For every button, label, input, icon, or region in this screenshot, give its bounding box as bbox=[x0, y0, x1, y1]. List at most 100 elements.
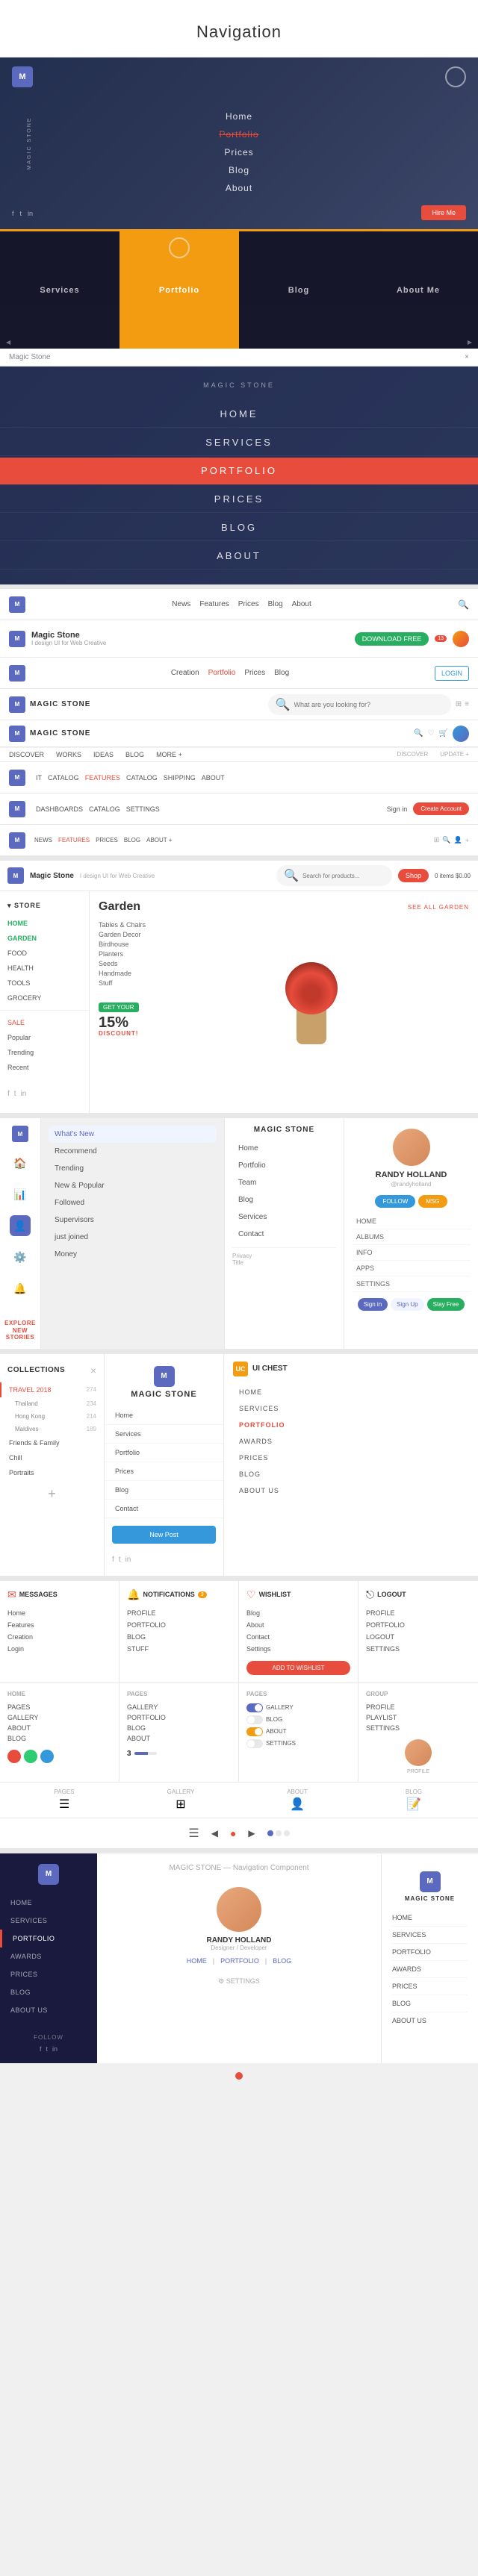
navrow6-catalog2[interactable]: CATALOG bbox=[126, 774, 158, 782]
navrow1-news[interactable]: News bbox=[172, 600, 190, 608]
demo3-about[interactable]: ABOUT bbox=[0, 543, 478, 570]
navrow2-download-btn[interactable]: DOWNLOAD FREE bbox=[355, 632, 429, 646]
profile-login-btn[interactable]: Sign Up bbox=[391, 1298, 423, 1311]
demo1-nav-prices[interactable]: Prices bbox=[224, 147, 253, 158]
demo1-social-tw[interactable]: t bbox=[20, 210, 22, 217]
navrow3-blog[interactable]: Blog bbox=[274, 669, 289, 677]
ms-menu-blog[interactable]: Blog bbox=[105, 1481, 223, 1500]
demo2-services[interactable]: Services bbox=[0, 231, 120, 349]
step-item-4[interactable]: ABOUT bbox=[127, 1733, 231, 1744]
navrow6-it[interactable]: IT bbox=[36, 774, 42, 782]
collections-sub-thailand[interactable]: Thailand 234 bbox=[0, 1397, 104, 1410]
ms-icon-in[interactable]: in bbox=[125, 1556, 131, 1564]
uc-prices[interactable]: PRICES bbox=[233, 1450, 469, 1466]
navrow5-blog[interactable]: BLOG bbox=[125, 751, 144, 758]
final-link-home[interactable]: HOME bbox=[187, 1957, 207, 1965]
pages-item-1[interactable]: PAGES bbox=[7, 1702, 111, 1712]
wishlist-item-about[interactable]: About bbox=[246, 1619, 350, 1631]
store-item-recent[interactable]: Recent bbox=[0, 1060, 89, 1075]
ms-icon-f[interactable]: f bbox=[112, 1556, 114, 1564]
profile-msg-btn[interactable]: MSG bbox=[418, 1195, 447, 1208]
group-item-2[interactable]: PLAYLIST bbox=[366, 1712, 471, 1723]
collections-item-family[interactable]: Friends & Family bbox=[0, 1435, 104, 1450]
right-nav-services[interactable]: SERVICES bbox=[392, 1927, 468, 1944]
profile-free-btn[interactable]: Stay Free bbox=[427, 1298, 465, 1311]
group-item-3[interactable]: SETTINGS bbox=[366, 1723, 471, 1733]
left-nav-tw[interactable]: t bbox=[46, 2045, 48, 2053]
collections-sub-maldives[interactable]: Maldives 189 bbox=[0, 1423, 104, 1435]
left-nav-prices[interactable]: PRICES bbox=[0, 1965, 97, 1983]
store-cat-1[interactable]: Tables & Chairs bbox=[99, 921, 146, 929]
navrow5-more[interactable]: MORE + bbox=[156, 751, 182, 758]
navrow7-signin[interactable]: Sign in bbox=[387, 805, 408, 813]
store-cat-3[interactable]: Birdhouse bbox=[99, 941, 146, 948]
navrow4-icon1[interactable]: ⊞ bbox=[456, 700, 462, 708]
collections-item-travel[interactable]: TRAVEL 2018 274 bbox=[0, 1382, 104, 1397]
pagination-active-dot[interactable] bbox=[235, 2072, 243, 2080]
ms-nav-services[interactable]: Services bbox=[232, 1209, 336, 1226]
navrow7-create-btn[interactable]: Create Account bbox=[413, 802, 469, 815]
logout-item-settings[interactable]: SETTINGS bbox=[366, 1643, 471, 1655]
app-nav-popular[interactable]: New & Popular bbox=[49, 1177, 217, 1194]
group-item-1[interactable]: PROFILE bbox=[366, 1702, 471, 1712]
navrow4-search-input[interactable] bbox=[294, 701, 444, 708]
notif-item-profile[interactable]: PROFILE bbox=[127, 1607, 231, 1619]
demo1-nav-portfolio[interactable]: Portfolio bbox=[219, 129, 258, 140]
navrow8-icon2[interactable]: 🔍 bbox=[442, 836, 450, 844]
ms-nav-home[interactable]: Home bbox=[232, 1140, 336, 1157]
left-nav-portfolio[interactable]: PORTFOLIO bbox=[0, 1930, 97, 1947]
logout-item-portfolio[interactable]: PORTFOLIO bbox=[366, 1619, 471, 1631]
notif-item-portfolio[interactable]: PORTFOLIO bbox=[127, 1619, 231, 1631]
left-nav-fb[interactable]: f bbox=[40, 2045, 42, 2053]
ms-new-post-btn[interactable]: New Post bbox=[112, 1526, 216, 1544]
navrow3-login-btn[interactable]: LOGIN bbox=[435, 666, 469, 681]
navrow7-settings[interactable]: SETTINGS bbox=[126, 805, 160, 813]
navrow1-blog[interactable]: Blog bbox=[268, 600, 283, 608]
app-nav-whats-new[interactable]: What's New bbox=[49, 1126, 217, 1143]
demo3-services[interactable]: SERVICES bbox=[0, 429, 478, 456]
navrow8-icon1[interactable]: ⊞ bbox=[434, 836, 440, 844]
demo2-blog[interactable]: Blog bbox=[239, 231, 358, 349]
pages-item-2[interactable]: GALLERY bbox=[7, 1712, 111, 1723]
store-cat-5[interactable]: Seeds bbox=[99, 960, 146, 967]
profile-menu-albums[interactable]: ALBUMS bbox=[352, 1229, 471, 1245]
logout-item-profile[interactable]: PROFILE bbox=[366, 1607, 471, 1619]
store-cat-6[interactable]: Handmade bbox=[99, 970, 146, 977]
navrow5-ideas[interactable]: IDEAS bbox=[93, 751, 114, 758]
ctrl-about-icon[interactable]: 👤 bbox=[290, 1797, 305, 1812]
msg-item-login[interactable]: Login bbox=[7, 1643, 111, 1655]
ctrl-blog-icon[interactable]: 📝 bbox=[406, 1797, 421, 1812]
uc-portfolio[interactable]: PORTFOLIO bbox=[233, 1417, 469, 1433]
nav-ctrl-prev[interactable]: ◀ bbox=[211, 1828, 218, 1839]
left-nav-services[interactable]: SERVICES bbox=[0, 1912, 97, 1930]
store-item-tools[interactable]: TOOLS bbox=[0, 976, 89, 991]
app-icon-settings[interactable]: ⚙️ bbox=[10, 1247, 31, 1267]
right-nav-about[interactable]: ABOUT US bbox=[392, 2012, 468, 2029]
ms-nav-portfolio[interactable]: Portfolio bbox=[232, 1157, 336, 1174]
ms-menu-services[interactable]: Services bbox=[105, 1425, 223, 1444]
ms-nav-blog[interactable]: Blog bbox=[232, 1191, 336, 1209]
toggle-2[interactable] bbox=[246, 1715, 263, 1724]
pages-item-3[interactable]: ABOUT bbox=[7, 1723, 111, 1733]
msg-item-home[interactable]: Home bbox=[7, 1607, 111, 1619]
navrow3-creation[interactable]: Creation bbox=[171, 669, 199, 677]
demo1-nav-about[interactable]: About bbox=[226, 183, 252, 193]
nav-ctrl-next[interactable]: ▶ bbox=[248, 1828, 255, 1839]
ms-icon-t[interactable]: t bbox=[119, 1556, 121, 1564]
ms-menu-home[interactable]: Home bbox=[105, 1406, 223, 1425]
demo1-hire-btn[interactable]: Hire Me bbox=[421, 205, 466, 220]
ms-nav-team[interactable]: Team bbox=[232, 1174, 336, 1191]
demo3-prices[interactable]: PRICES bbox=[0, 486, 478, 513]
uc-about[interactable]: ABOUT US bbox=[233, 1482, 469, 1499]
ctrl-gallery-icon[interactable]: ⊞ bbox=[176, 1797, 185, 1812]
uc-services[interactable]: SERVICES bbox=[233, 1400, 469, 1417]
final-link-portfolio[interactable]: PORTFOLIO bbox=[220, 1957, 259, 1965]
navrow8-icon3[interactable]: 👤 bbox=[454, 836, 462, 844]
navrow6-catalog[interactable]: CATALOG bbox=[48, 774, 79, 782]
store-item-food[interactable]: FOOD bbox=[0, 946, 89, 961]
store-in[interactable]: in bbox=[21, 1090, 27, 1098]
ms-menu-portfolio[interactable]: Portfolio bbox=[105, 1444, 223, 1462]
app-nav-supervisors[interactable]: Supervisors bbox=[49, 1211, 217, 1229]
step-item-1[interactable]: GALLERY bbox=[127, 1702, 231, 1712]
profile-menu-apps[interactable]: APPS bbox=[352, 1261, 471, 1276]
